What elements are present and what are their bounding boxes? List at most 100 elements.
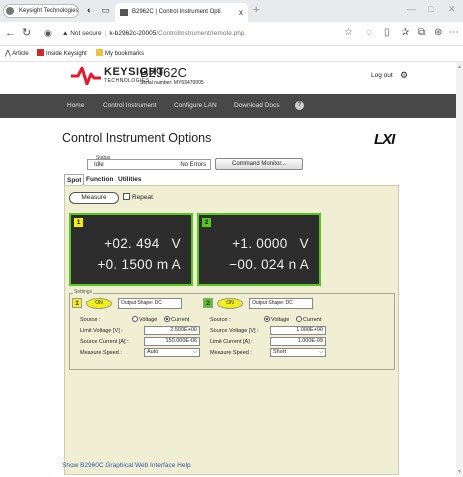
maximize-button[interactable]: □: [428, 4, 433, 14]
channel-1-tag: 1: [74, 218, 83, 227]
channel-1-speed-label: Measure Speed :: [80, 350, 122, 356]
profile-button[interactable]: Keysight Technologies: [3, 4, 79, 18]
channel-2-source-value-label: Limit Current [A] :: [210, 339, 253, 345]
close-window-button[interactable]: ✕: [448, 4, 456, 15]
nav-configure-lan[interactable]: Configure LAN: [174, 102, 217, 110]
tab-utilities[interactable]: Utilities: [116, 174, 143, 185]
channel-2-tag: 2: [202, 218, 211, 227]
channel-1-limit-label: Limit Voltage [V] :: [80, 328, 123, 334]
bookmark-label: My bookmarks: [105, 51, 145, 57]
tab-actions-icon[interactable]: ▭: [100, 5, 111, 16]
scroll-down-icon[interactable]: ▼: [457, 469, 462, 475]
channel-1-output-shape: Output Shape: DC: [118, 298, 182, 309]
channel-2-number: 2: [203, 298, 213, 308]
radio-dot: [296, 316, 302, 322]
back-icon[interactable]: ←: [5, 27, 16, 40]
channel-2-source-input[interactable]: 1.000E-09: [270, 337, 326, 346]
help-link[interactable]: Show B2960C Graphical Web Interface Help: [62, 462, 191, 470]
browser-tab-strip: Keysight Technologies ◐ ▭ B2962C | Contr…: [0, 0, 463, 22]
radio-label: Current: [303, 317, 322, 323]
channel-1-voltage-reading: +02. 494 V: [104, 236, 181, 251]
status-value: Idle: [94, 162, 104, 168]
bookmarks-bar: ⋀ Article Inside Keysight My bookmarks: [0, 46, 463, 62]
more-menu-icon[interactable]: ⋯: [449, 27, 459, 39]
channel-2-source-label: Source :: [210, 317, 231, 323]
channel-2-display: 2 +1. 0000 V −00. 024 n A: [197, 213, 321, 286]
new-tab-button[interactable]: +: [253, 4, 259, 16]
tab-close-icon[interactable]: x: [239, 3, 243, 22]
channel-2-voltage-reading: +1. 0000 V: [232, 236, 309, 251]
channel-1-limit-input[interactable]: 2.500E+00: [144, 326, 200, 335]
channel-1-on-button[interactable]: ON: [86, 298, 112, 309]
bookmark-article[interactable]: ⋀ Article: [5, 49, 29, 59]
keysight-logo: [71, 67, 101, 85]
settings-label: Settings: [73, 289, 94, 295]
url-field[interactable]: ▲ Not secure | k-b2962c-20005/ControlInstr…: [62, 25, 342, 43]
minimize-button[interactable]: —: [407, 4, 416, 14]
model-name: B2962C: [140, 65, 187, 80]
radio-dot: [132, 316, 138, 322]
refresh-icon[interactable]: ↻: [22, 27, 31, 40]
select-value: Auto: [147, 349, 159, 355]
radio-label: Voltage: [271, 317, 290, 323]
extension-icon[interactable]: ⊛: [434, 27, 442, 39]
page-scrollbar[interactable]: ▲ ▼: [456, 62, 463, 477]
help-icon[interactable]: ?: [295, 101, 304, 110]
gear-icon[interactable]: ⚙: [400, 70, 408, 80]
repeat-checkbox[interactable]: Repeat: [123, 193, 153, 203]
channel-2-speed-select[interactable]: Short ⌵: [270, 348, 326, 357]
command-monitor-button[interactable]: Command Monitor...: [215, 158, 303, 170]
bookmark-my-bookmarks[interactable]: My bookmarks: [96, 49, 144, 59]
url-host: k-b2962c-20005: [109, 30, 157, 37]
profile-label: Keysight Technologies: [19, 8, 79, 14]
repeat-label: Repeat: [132, 194, 153, 201]
main-navbar: Home Control Instrument Configure LAN Do…: [0, 94, 456, 118]
settings-group: Settings 1 ON Output Shape: DC Source : …: [69, 289, 395, 370]
page-title: Control Instrument Options: [62, 131, 212, 145]
bookmark-label: Inside Keysight: [46, 51, 87, 57]
split-screen-icon[interactable]: ▯: [384, 27, 390, 39]
select-value: Short: [273, 349, 287, 355]
error-value: No Errors: [180, 162, 206, 168]
site-info-icon[interactable]: ◉: [44, 27, 52, 40]
measure-button[interactable]: Measure: [69, 192, 119, 204]
channel-1-display: 1 +02. 494 V +0. 1500 m A: [69, 213, 193, 286]
nav-home[interactable]: Home: [67, 102, 84, 110]
status-box: Idle No Errors: [87, 159, 211, 170]
tab-spot[interactable]: Spot: [64, 174, 85, 185]
nav-download-docs[interactable]: Download Docs: [234, 102, 280, 110]
favorites-icon[interactable]: ✰: [401, 27, 409, 39]
address-bar-row: ← ↻ ◉ ▲ Not secure | k-b2962c-20005/Contro…: [0, 22, 463, 46]
checkbox-box: [123, 193, 130, 200]
channel-1-source-label: Source :: [80, 317, 101, 323]
logout-link[interactable]: Log out: [371, 72, 393, 80]
workspaces-icon[interactable]: ◐: [84, 5, 95, 16]
channel-2-on-button[interactable]: ON: [217, 298, 243, 309]
radio-dot: [164, 316, 170, 322]
tab-function[interactable]: Function: [84, 174, 115, 185]
inside-keysight-icon: [37, 49, 44, 56]
scroll-up-icon[interactable]: ▲: [457, 64, 462, 70]
channel-1-voltage-radio[interactable]: Voltage: [132, 316, 157, 324]
browser-tab[interactable]: B2962C | Control Instrument Opti x: [115, 3, 248, 22]
channel-1-speed-select[interactable]: Auto ⌵: [144, 348, 200, 357]
channel-1-source-input[interactable]: 150.000E-06: [144, 337, 200, 346]
channel-1-current-reading: +0. 1500 m A: [97, 257, 181, 272]
favorite-star-icon[interactable]: ☆: [344, 27, 353, 39]
collections-icon[interactable]: ⧉: [418, 27, 425, 39]
chevron-down-icon: ⌵: [319, 349, 323, 355]
nav-control-instrument[interactable]: Control Instrument: [103, 102, 156, 110]
channel-2-current-radio[interactable]: Current: [296, 316, 321, 324]
chevron-down-icon: ⌵: [193, 349, 197, 355]
channel-2-limit-label: Source Voltage [V] :: [210, 328, 259, 334]
channel-2-output-shape: Output Shape: DC: [249, 298, 313, 309]
channel-2-voltage-radio[interactable]: Voltage: [264, 316, 289, 324]
lxi-logo: LXI: [374, 131, 395, 148]
bookmark-inside-keysight[interactable]: Inside Keysight: [37, 49, 87, 59]
channel-1-current-radio[interactable]: Current: [164, 316, 189, 324]
channel-2-limit-input[interactable]: 1.000E+00: [270, 326, 326, 335]
reading-view-icon[interactable]: ◌: [366, 27, 372, 39]
channel-2-current-reading: −00. 024 n A: [229, 257, 309, 272]
tab-favicon-icon: [120, 9, 128, 16]
radio-label: Current: [171, 317, 190, 323]
